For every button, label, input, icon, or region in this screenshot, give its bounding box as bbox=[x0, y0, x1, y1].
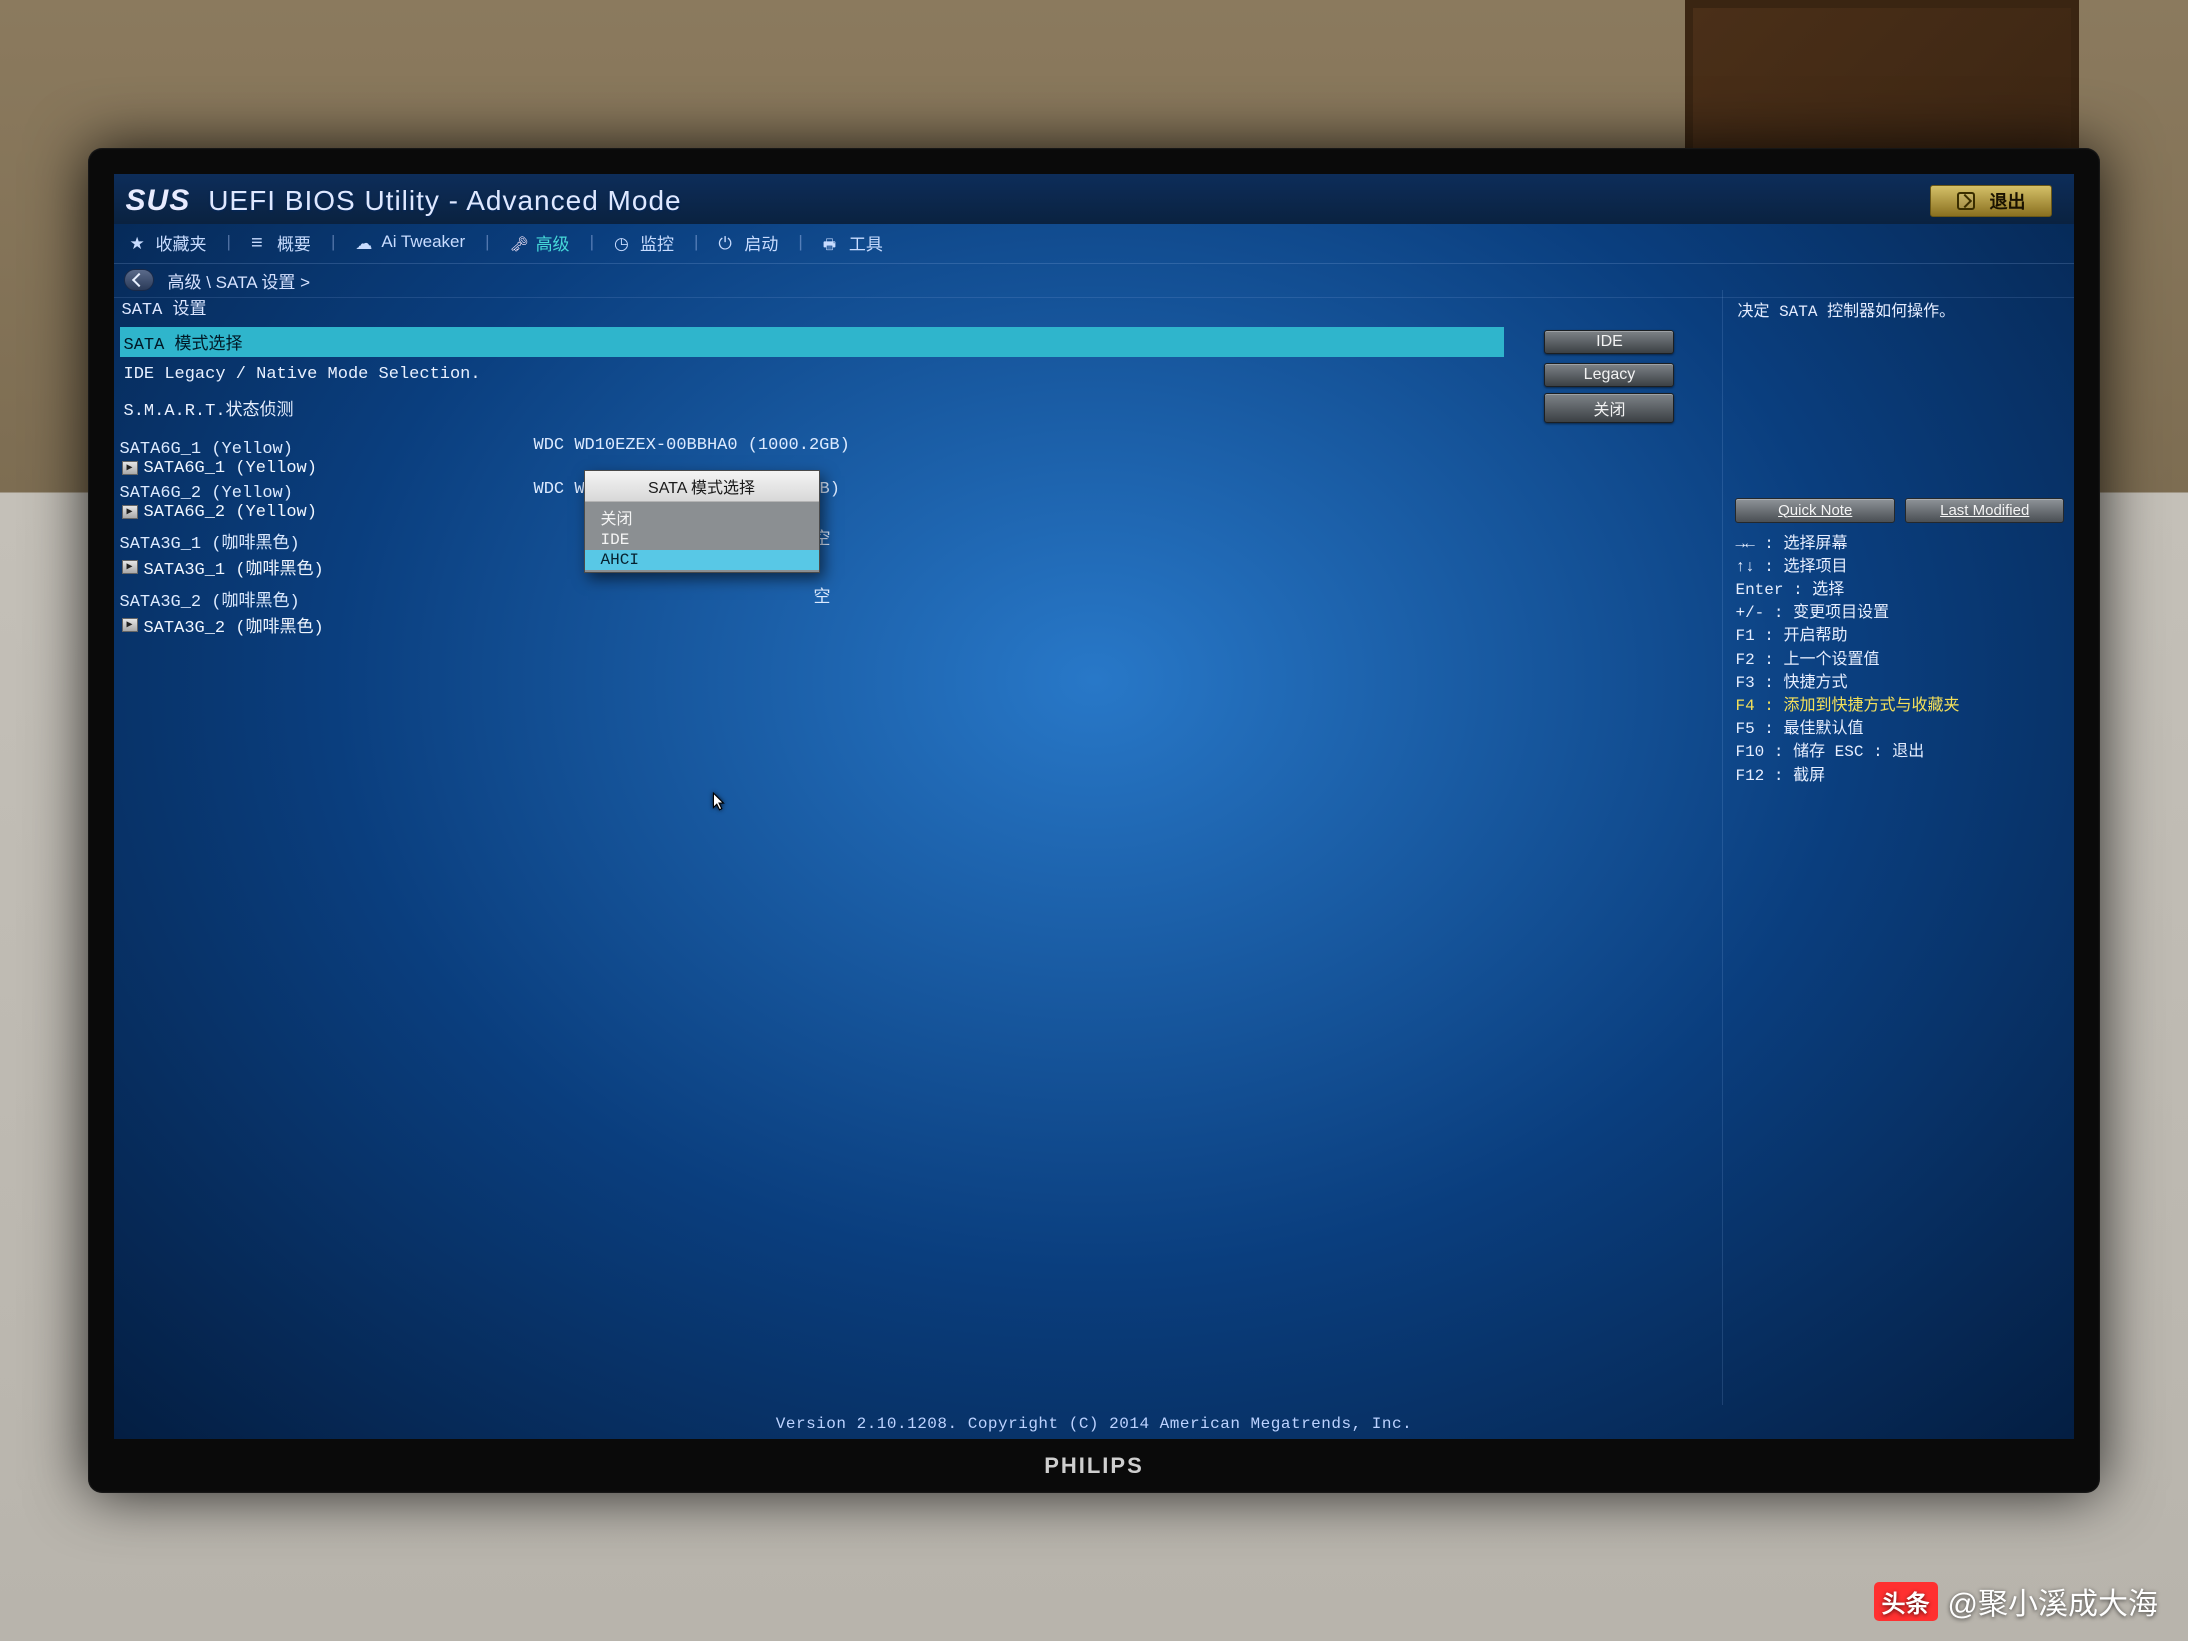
key-hint: F2 : 上一个设置值 bbox=[1735, 649, 2064, 672]
menu-label: 工具 bbox=[849, 230, 883, 255]
key-hint: F12 : 截屏 bbox=[1735, 765, 2064, 788]
logo-title-group: SUS UEFI BIOS Utility - Advanced Mode bbox=[126, 184, 682, 218]
device-sub-row[interactable]: SATA3G_2 (咖啡黑色) bbox=[120, 612, 1715, 638]
key-hint: →← : 选择屏幕 bbox=[1735, 533, 2064, 556]
watermark-text: @聚小溪成大海 bbox=[1948, 1579, 2158, 1623]
popup-option-ahci[interactable]: AHCI bbox=[585, 550, 819, 570]
lock-icon bbox=[510, 234, 528, 250]
settings-pane: SATA 设置 SATA 模式选择 IDE IDE Legacy / Nativ… bbox=[114, 290, 1723, 1406]
device-value: 空 bbox=[814, 524, 854, 550]
menu-bar: 收藏夹 | 概要 | Ai Tweaker | 高级 | 监控 | 启动 | bbox=[114, 224, 2075, 264]
expand-icon bbox=[122, 505, 138, 519]
setting-value-button[interactable]: Legacy bbox=[1544, 363, 1674, 387]
expand-icon bbox=[122, 560, 138, 574]
tool-icon bbox=[823, 234, 841, 250]
page-title: UEFI BIOS Utility - Advanced Mode bbox=[208, 185, 681, 217]
device-sub-label: SATA6G_2 (Yellow) bbox=[144, 503, 317, 522]
expand-icon bbox=[122, 618, 138, 632]
version-footer: Version 2.10.1208. Copyright (C) 2014 Am… bbox=[114, 1415, 2075, 1433]
device-sub-label: SATA6G_1 (Yellow) bbox=[144, 459, 317, 478]
device-port: SATA6G_1 (Yellow) bbox=[120, 440, 1715, 459]
watermark: 头条 @聚小溪成大海 bbox=[1874, 1579, 2158, 1623]
key-hint: F3 : 快捷方式 bbox=[1735, 672, 2064, 695]
menu-tool[interactable]: 工具 bbox=[815, 228, 891, 257]
popup-body: 关闭 IDE AHCI bbox=[585, 502, 819, 572]
section-title: SATA 设置 bbox=[114, 290, 1723, 324]
body: SATA 设置 SATA 模式选择 IDE IDE Legacy / Nativ… bbox=[114, 290, 2075, 1406]
bios-screen: SUS UEFI BIOS Utility - Advanced Mode 退出… bbox=[114, 174, 2075, 1440]
brand-logo: SUS bbox=[126, 184, 191, 218]
device-group: SATA3G_2 (咖啡黑色) SATA3G_2 (咖啡黑色) 空 bbox=[114, 582, 1723, 640]
exit-icon bbox=[1957, 192, 1975, 210]
side-buttons: Quick Note Last Modified bbox=[1735, 498, 2064, 523]
device-group: SATA6G_1 (Yellow) SATA6G_1 (Yellow) WDC … bbox=[114, 436, 1723, 480]
key-hint: Enter : 选择 bbox=[1735, 579, 2064, 602]
setting-value-button[interactable]: IDE bbox=[1544, 330, 1674, 354]
menu-label: 概要 bbox=[277, 230, 311, 255]
exit-label: 退出 bbox=[1989, 188, 2025, 214]
expand-icon bbox=[122, 461, 138, 475]
power-icon bbox=[718, 234, 736, 250]
menu-label: 高级 bbox=[536, 230, 570, 255]
popup-title: SATA 模式选择 bbox=[585, 471, 819, 502]
setting-row-ide-mode[interactable]: IDE Legacy / Native Mode Selection. Lega… bbox=[114, 360, 1723, 390]
device-port: SATA3G_1 (咖啡黑色) bbox=[120, 528, 1715, 554]
menu-boot[interactable]: 启动 bbox=[710, 228, 786, 257]
list-icon bbox=[251, 234, 269, 250]
mouse-cursor-icon bbox=[712, 792, 726, 812]
setting-row-smart[interactable]: S.M.A.R.T.状态侦测 关闭 bbox=[114, 390, 1723, 426]
menu-ai-tweaker[interactable]: Ai Tweaker bbox=[347, 230, 473, 254]
monitor-brand-label: PHILIPS bbox=[1044, 1453, 1144, 1479]
key-hint: F10 : 储存 ESC : 退出 bbox=[1735, 741, 2064, 764]
popup-option-ide[interactable]: IDE bbox=[585, 530, 819, 550]
setting-label: SATA 模式选择 bbox=[120, 327, 1505, 357]
menu-label: 监控 bbox=[640, 230, 674, 255]
menu-label: 收藏夹 bbox=[156, 230, 207, 255]
help-pane: 决定 SATA 控制器如何操作。 Quick Note Last Modifie… bbox=[1722, 290, 2074, 1406]
device-sub-row[interactable]: SATA6G_1 (Yellow) bbox=[120, 459, 1715, 478]
setting-row-sata-mode[interactable]: SATA 模式选择 IDE bbox=[114, 324, 1723, 360]
gauge-icon bbox=[614, 234, 632, 250]
setting-value-button[interactable]: 关闭 bbox=[1544, 393, 1674, 423]
device-group: SATA3G_1 (咖啡黑色) SATA3G_1 (咖啡黑色) 空 bbox=[114, 524, 1723, 582]
key-hint: ↑↓ : 选择项目 bbox=[1735, 556, 2064, 579]
menu-label: 启动 bbox=[744, 230, 778, 255]
setting-label: IDE Legacy / Native Mode Selection. bbox=[120, 363, 1505, 386]
menu-label: Ai Tweaker bbox=[381, 232, 465, 252]
device-value: WDC WD10EZEX-00BBHA0 (1000.2GB) bbox=[534, 436, 854, 455]
last-modified-button[interactable]: Last Modified bbox=[1905, 498, 2065, 523]
device-port: SATA6G_2 (Yellow) bbox=[120, 484, 1715, 503]
title-bar: SUS UEFI BIOS Utility - Advanced Mode 退出 bbox=[114, 174, 2075, 224]
device-value: 空 bbox=[814, 582, 854, 608]
quick-note-button[interactable]: Quick Note bbox=[1735, 498, 1895, 523]
menu-monitor[interactable]: 监控 bbox=[606, 228, 682, 257]
menu-main[interactable]: 概要 bbox=[243, 228, 319, 257]
menu-advanced[interactable]: 高级 bbox=[502, 228, 578, 257]
device-port: SATA3G_2 (咖啡黑色) bbox=[120, 586, 1715, 612]
device-sub-row[interactable]: SATA6G_2 (Yellow) bbox=[120, 503, 1715, 522]
device-sub-label: SATA3G_1 (咖啡黑色) bbox=[144, 554, 324, 580]
key-hint: F1 : 开启帮助 bbox=[1735, 625, 2064, 648]
sata-mode-popup: SATA 模式选择 关闭 IDE AHCI bbox=[584, 470, 820, 573]
monitor-bezel: SUS UEFI BIOS Utility - Advanced Mode 退出… bbox=[88, 148, 2101, 1494]
back-button[interactable] bbox=[124, 269, 154, 291]
device-group: SATA6G_2 (Yellow) SATA6G_2 (Yellow) WDC … bbox=[114, 480, 1723, 524]
key-hint: +/- : 变更项目设置 bbox=[1735, 602, 2064, 625]
help-description: 决定 SATA 控制器如何操作。 bbox=[1735, 296, 2064, 496]
setting-label: S.M.A.R.T.状态侦测 bbox=[120, 393, 1505, 423]
menu-favorites[interactable]: 收藏夹 bbox=[122, 228, 215, 257]
device-value-suffix: B) bbox=[820, 480, 840, 499]
cloud-icon bbox=[355, 234, 373, 250]
device-sub-label: SATA3G_2 (咖啡黑色) bbox=[144, 612, 324, 638]
device-sub-row[interactable]: SATA3G_1 (咖啡黑色) bbox=[120, 554, 1715, 580]
key-hint: F5 : 最佳默认值 bbox=[1735, 718, 2064, 741]
popup-option-off[interactable]: 关闭 bbox=[585, 504, 819, 530]
exit-button[interactable]: 退出 bbox=[1930, 185, 2052, 217]
star-icon bbox=[130, 234, 148, 250]
key-help: →← : 选择屏幕 ↑↓ : 选择项目 Enter : 选择 +/- : 变更项… bbox=[1735, 533, 2064, 788]
watermark-badge: 头条 bbox=[1874, 1582, 1938, 1621]
key-hint-highlight: F4 : 添加到快捷方式与收藏夹 bbox=[1735, 695, 2064, 718]
